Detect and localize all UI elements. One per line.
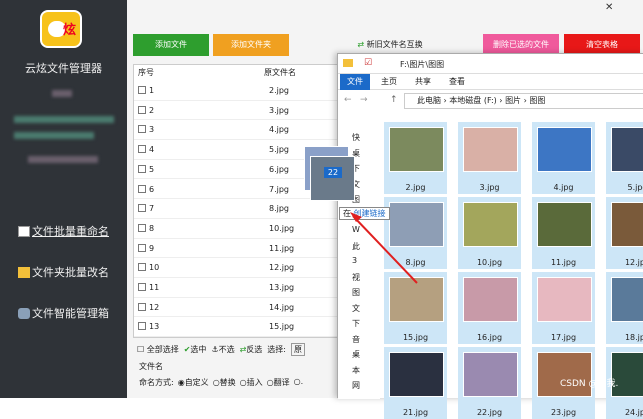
arrow-line bbox=[352, 215, 418, 284]
watermark: CSDN @叫我. bbox=[560, 379, 619, 389]
arrow-head bbox=[350, 212, 362, 222]
red-arrow-annotation bbox=[350, 212, 418, 284]
thumbnail-caption: 22.jpg bbox=[476, 408, 503, 417]
thumbnail-caption: 24.jpg bbox=[624, 408, 643, 417]
thumbnail-caption: 21.jpg bbox=[402, 408, 429, 417]
thumbnail-caption: 23.jpg bbox=[550, 408, 577, 417]
